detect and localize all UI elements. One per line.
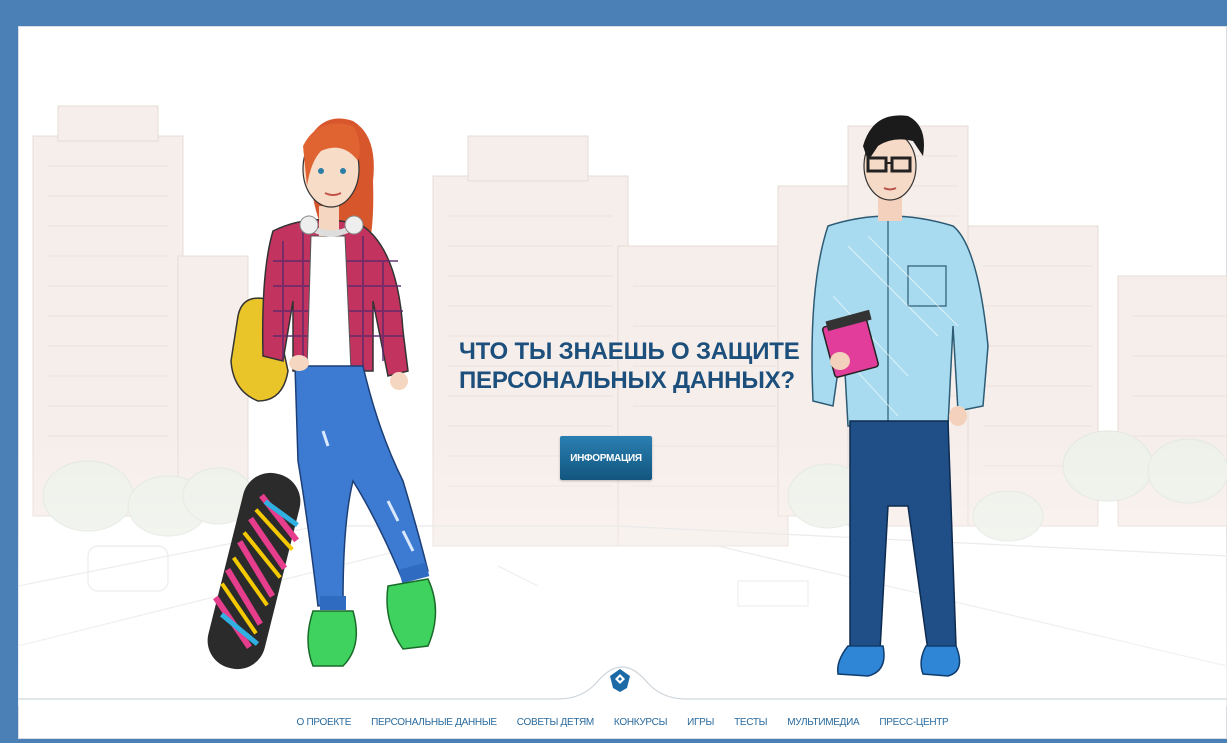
nav-item-tips-for-kids[interactable]: СОВЕТЫ ДЕТЯМ xyxy=(507,717,604,728)
nav-item-tests[interactable]: ТЕСТЫ xyxy=(724,717,777,728)
landing-page: ЧТО ТЫ ЗНАЕШЬ О ЗАЩИТЕ ПЕРСОНАЛЬНЫХ ДАНН… xyxy=(18,26,1227,739)
nav-item-contests[interactable]: КОНКУРСЫ xyxy=(604,717,677,728)
skateboard-icon xyxy=(207,472,301,670)
nav-item-multimedia[interactable]: МУЛЬТИМЕДИА xyxy=(777,717,869,728)
nav-item-press-center[interactable]: ПРЕСС-ЦЕНТР xyxy=(869,717,958,728)
hero-title-line2: ПЕРСОНАЛЬНЫХ ДАННЫХ? xyxy=(459,367,795,394)
nav-item-about[interactable]: О ПРОЕКТЕ xyxy=(287,717,362,728)
nav-item-personal-data[interactable]: ПЕРСОНАЛЬНЫЕ ДАННЫЕ xyxy=(361,717,507,728)
girl-illustration xyxy=(207,118,437,670)
nav-item-games[interactable]: ИГРЫ xyxy=(677,717,724,728)
information-button[interactable]: ИНФОРМАЦИЯ xyxy=(560,436,652,480)
boy-illustration xyxy=(811,115,989,677)
hero-title-line1: ЧТО ТЫ ЗНАЕШЬ О ЗАЩИТЕ xyxy=(459,338,800,365)
bottom-nav: О ПРОЕКТЕ ПЕРСОНАЛЬНЫЕ ДАННЫЕ СОВЕТЫ ДЕТ… xyxy=(18,709,1227,735)
hero-title: ЧТО ТЫ ЗНАЕШЬ О ЗАЩИТЕ ПЕРСОНАЛЬНЫХ ДАНН… xyxy=(459,337,819,395)
rkn-shield-icon[interactable] xyxy=(607,667,633,693)
